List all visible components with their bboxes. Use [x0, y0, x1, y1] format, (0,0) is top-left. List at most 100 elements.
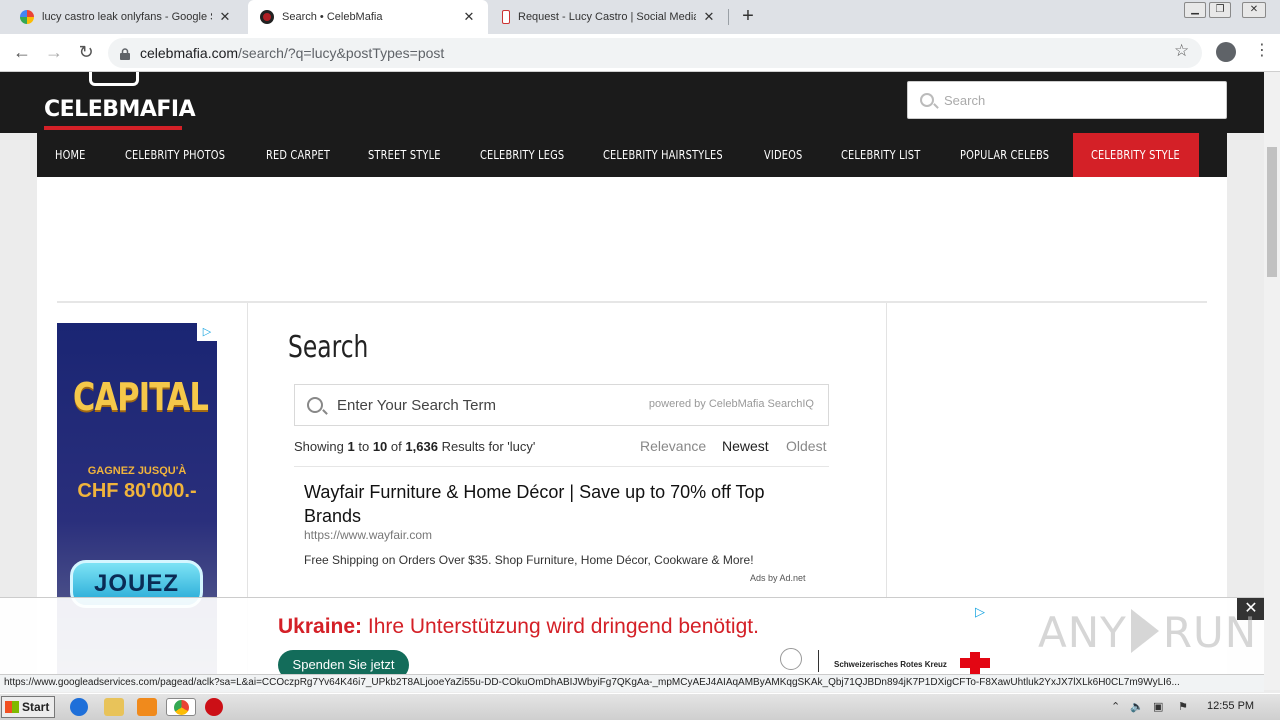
start-button[interactable]: Start	[1, 696, 55, 718]
tab-request[interactable]: Request - Lucy Castro | Social Media ✕	[490, 0, 728, 34]
page-scrollbar[interactable]	[1264, 72, 1280, 690]
opera-icon[interactable]	[205, 698, 223, 716]
summary-to-word: to	[358, 439, 370, 454]
logo-text: CELEBMAFIA	[44, 97, 196, 122]
summary-from: 1	[347, 439, 355, 454]
scrollbar-thumb[interactable]	[1267, 147, 1277, 277]
browser-toolbar: ← → ↻ celebmafia.com/search/?q=lucy&post…	[0, 34, 1280, 72]
nav-celebrity-hairstyles[interactable]: CELEBRITY HAIRSTYLES	[603, 133, 723, 177]
close-window-icon[interactable]: ✕	[1242, 2, 1266, 18]
divider	[57, 301, 1207, 303]
summary-prefix: Showing	[294, 439, 344, 454]
site-logo[interactable]: CELEBMAFIA	[44, 72, 196, 130]
new-tab-button[interactable]: +	[737, 6, 759, 28]
nav-celebrity-style[interactable]: CELEBRITY STYLE	[1091, 133, 1180, 177]
adchoices-icon[interactable]: ▷	[197, 323, 217, 341]
back-icon[interactable]: ←	[10, 41, 34, 65]
taskbar-clock[interactable]: 12:55 PM	[1207, 700, 1254, 712]
tab-strip: lucy castro leak onlyfans - Google Se ✕ …	[0, 0, 1280, 34]
anyrun-watermark: ANY RUN	[1038, 608, 1257, 657]
close-tab-icon[interactable]: ✕	[462, 9, 476, 25]
ie-icon[interactable]	[70, 698, 88, 716]
camera-icon	[89, 72, 139, 86]
nav-videos[interactable]: VIDEOS	[764, 133, 802, 177]
summary-of-word: of	[390, 439, 402, 454]
ad-org-name: Schweizerisches Rotes Kreuz	[834, 660, 947, 669]
site-header: CELEBMAFIA Search	[0, 72, 1264, 133]
network-icon[interactable]: ▣	[1153, 700, 1165, 713]
site-search-placeholder: Search	[944, 92, 986, 108]
adchoices-icon[interactable]: ▷	[975, 604, 985, 620]
nav-home[interactable]: HOME	[55, 133, 86, 177]
chrome-icon	[174, 700, 189, 715]
tab-celebmafia[interactable]: Search • CelebMafia ✕	[248, 0, 488, 34]
site-search-input[interactable]: Search	[907, 81, 1227, 119]
ad-headline-bold: Ukraine:	[278, 615, 363, 638]
ad-headline-rest: Ihre Unterstützung wird dringend benötig…	[362, 615, 759, 638]
nav-red-carpet[interactable]: RED CARPET	[266, 133, 330, 177]
sort-oldest[interactable]: Oldest	[786, 438, 826, 454]
tab-title: Request - Lucy Castro | Social Media	[518, 11, 696, 23]
emblem-icon	[780, 648, 802, 670]
nav-street-style[interactable]: STREET STYLE	[368, 133, 441, 177]
ads-by-label[interactable]: Ads by Ad.net	[750, 573, 806, 583]
search-term-input[interactable]: Enter Your Search Term powered by CelebM…	[294, 384, 829, 426]
page-viewport: CELEBMAFIA Search HOME CELEBRITY PHOTOS …	[0, 72, 1264, 674]
ad-brand: CAPITAL	[73, 375, 209, 419]
close-tab-icon[interactable]: ✕	[702, 9, 716, 25]
sort-newest[interactable]: Newest	[722, 438, 769, 454]
media-player-icon[interactable]	[137, 698, 157, 716]
celebmafia-icon	[260, 10, 274, 24]
forward-icon[interactable]: →	[42, 41, 66, 65]
folder-icon[interactable]	[104, 698, 124, 716]
result-url[interactable]: https://www.wayfair.com	[304, 528, 432, 542]
page-title: Search	[288, 330, 369, 365]
watermark-left: ANY	[1038, 608, 1127, 657]
summary-to: 10	[372, 439, 388, 454]
tab-title: Search • CelebMafia	[282, 11, 383, 23]
address-bar[interactable]: celebmafia.com/search/?q=lucy&postTypes=…	[108, 38, 1202, 68]
windows-flag-icon	[5, 701, 19, 713]
lock-icon	[120, 47, 130, 60]
sort-relevance[interactable]: Relevance	[640, 438, 706, 454]
tab-title: lucy castro leak onlyfans - Google Se	[42, 11, 212, 23]
ad-line2: CHF 80'000.-	[77, 480, 197, 502]
result-description: Free Shipping on Orders Over $35. Shop F…	[304, 553, 754, 567]
play-icon	[1130, 609, 1159, 653]
donate-button[interactable]: Spenden Sie jetzt	[278, 650, 409, 674]
ad-separator	[818, 650, 819, 672]
nav-celebrity-legs[interactable]: CELEBRITY LEGS	[480, 133, 564, 177]
ad-headline: Ukraine: Ihre Unterstützung wird dringen…	[278, 615, 759, 639]
reload-icon[interactable]: ↻	[74, 41, 98, 65]
results-summary: Showing 1 to 10 of 1,636 Results for 'lu…	[294, 439, 535, 454]
nav-popular-celebs[interactable]: POPULAR CELEBS	[960, 133, 1049, 177]
search-placeholder: Enter Your Search Term	[337, 396, 496, 414]
powered-by-label: powered by CelebMafia SearchIQ	[648, 398, 814, 410]
divider	[294, 466, 829, 467]
tab-separator	[728, 9, 729, 25]
url-host: celebmafia.com	[140, 45, 239, 61]
action-center-flag-icon[interactable]: ⚑	[1178, 700, 1190, 713]
profile-avatar-icon[interactable]	[1216, 42, 1236, 62]
url-path: /search/?q=lucy&postTypes=post	[238, 45, 445, 61]
red-cross-icon	[960, 652, 990, 674]
google-icon	[20, 10, 34, 24]
ad-line1: GAGNEZ JUSQU'À	[87, 465, 187, 477]
volume-icon[interactable]: 🔈	[1130, 700, 1144, 713]
taskbar: Start ⌃ 🔈 ▣ ⚑ 12:55 PM	[0, 693, 1280, 720]
nav-celebrity-photos[interactable]: CELEBRITY PHOTOS	[125, 133, 225, 177]
nav-celebrity-list[interactable]: CELEBRITY LIST	[841, 133, 920, 177]
tray-expand-icon[interactable]: ⌃	[1111, 700, 1123, 713]
start-label: Start	[22, 700, 50, 714]
browser-menu-icon[interactable]: ⋮	[1254, 40, 1270, 60]
restore-icon[interactable]: ❐	[1209, 2, 1231, 18]
close-tab-icon[interactable]: ✕	[218, 9, 232, 25]
main-nav: HOME CELEBRITY PHOTOS RED CARPET STREET …	[37, 133, 1227, 177]
bookmark-star-icon[interactable]: ☆	[1174, 41, 1189, 61]
tab-google[interactable]: lucy castro leak onlyfans - Google Se ✕	[8, 0, 244, 34]
chrome-taskbar-button[interactable]	[166, 698, 196, 716]
result-title-link[interactable]: Wayfair Furniture & Home Décor | Save up…	[304, 480, 814, 528]
minimize-icon[interactable]: ▁	[1184, 2, 1206, 18]
logo-underline	[44, 126, 182, 130]
ukraine-ad-banner[interactable]: Ukraine: Ihre Unterstützung wird dringen…	[268, 600, 996, 674]
